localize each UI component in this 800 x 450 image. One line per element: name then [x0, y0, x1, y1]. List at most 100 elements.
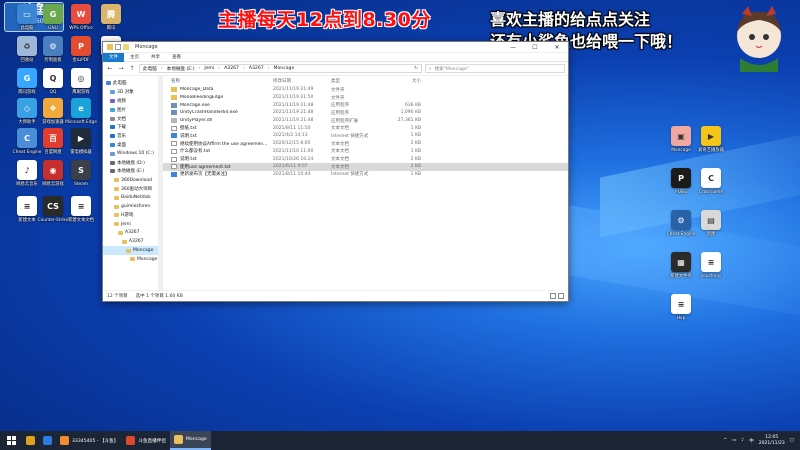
nav-item[interactable]: A3267 [103, 229, 162, 238]
maximize-button[interactable]: ☐ [524, 42, 546, 53]
nav-item[interactable]: Windows 10 (C:) [103, 149, 162, 158]
address-bar[interactable]: 此电脑 › 本地磁盘 (E:) › Jemi › A3267 › A3267 › Monc… [139, 64, 422, 73]
file-row[interactable]: 什么都没有.txt 2021/11/10 11:00 文本文档 1 KB [163, 148, 568, 156]
tab-view[interactable]: 查看 [166, 53, 187, 62]
new-folder-icon[interactable] [123, 44, 129, 50]
taskbar-app-button[interactable]: 33345405 - 【斗鱼】 [56, 431, 122, 450]
refresh-icon[interactable]: ↻ [414, 66, 418, 71]
right-desktop-icon[interactable]: ≡ yousfanyi [688, 252, 734, 279]
nav-item[interactable]: H游戏 [103, 211, 162, 220]
taskbar-app-button[interactable]: Moncage [169, 431, 211, 450]
close-button[interactable]: ✕ [546, 42, 568, 53]
details-view-icon[interactable] [550, 292, 556, 299]
app-icon: S [71, 160, 91, 180]
file-row[interactable]: UnityCrashHandler64.exe 2021/11/19 21:48 应… [163, 109, 568, 117]
tab-share[interactable]: 共享 [145, 53, 166, 62]
nav-item[interactable]: guimiezhiren [103, 202, 162, 211]
tray-chevron-icon[interactable]: ^ [723, 438, 727, 443]
nav-item[interactable]: 桌面 [103, 141, 162, 150]
taskbar-app-button[interactable]: 斗鱼直播伴侣 [122, 431, 170, 450]
nav-item[interactable]: 图片 [103, 105, 162, 114]
clock[interactable]: 12:05 2021/11/23 [759, 435, 785, 446]
search-box[interactable]: ⌕ 搜索"Moncage" [425, 64, 565, 73]
crumb[interactable]: 此电脑 [143, 66, 157, 72]
nav-item[interactable]: 文档 [103, 114, 162, 123]
nav-item[interactable]: 3D 对象 [103, 88, 162, 97]
file-list[interactable]: 名称 修改日期 类型 大小 Moncage_Data 2021/11/19 21:… [163, 76, 568, 290]
crumb[interactable]: Jemi [204, 66, 214, 71]
app-icon: e [71, 98, 91, 118]
folder-icon [110, 107, 115, 112]
status-bar: 12 个项目 选中 1 个项目 1.60 KB [103, 290, 568, 300]
file-explorer-window[interactable]: Moncage — ☐ ✕ 文件 主页 共享 查看 ← → ↑ 此电脑 › 本地磁… [102, 41, 569, 302]
title-bar[interactable]: Moncage — ☐ ✕ [103, 42, 568, 53]
back-arrow-icon[interactable]: ← [106, 65, 114, 72]
forward-arrow-icon[interactable]: → [117, 65, 125, 72]
left-desktop-icon[interactable]: e Microsoft Edge [58, 98, 104, 125]
nav-item[interactable]: 本地磁盘 (E:) [103, 167, 162, 176]
column-size[interactable]: 大小 [389, 78, 421, 84]
column-type[interactable]: 类型 [331, 78, 389, 84]
file-date: 2021/4/2 14:13 [273, 133, 308, 139]
file-row[interactable]: UnityPlayer.dll 2021/11/19 21:48 应用程序扩展 27,… [163, 117, 568, 125]
nav-item[interactable]: Moncage [103, 246, 162, 255]
nav-item[interactable]: 360Download [103, 176, 162, 185]
network-icon[interactable]: ▭ [732, 438, 736, 443]
right-desktop-icon[interactable]: ≡ Hop [658, 294, 704, 321]
left-desktop-icon[interactable]: 腾腾讯 [88, 4, 134, 31]
ribbon-tabs: 文件 主页 共享 查看 [103, 52, 568, 62]
file-row[interactable]: Moncage_Data 2021/11/19 21:49 文件夹 [163, 86, 568, 94]
ime-icon[interactable]: 中 [749, 438, 754, 444]
column-name[interactable]: 名称 [171, 78, 273, 84]
left-desktop-icon[interactable]: ≡ 新建文本文档 [58, 196, 104, 223]
right-desktop-icon[interactable]: C Crab Game [688, 168, 734, 195]
nav-item[interactable]: 音乐 [103, 132, 162, 141]
left-desktop-icon[interactable]: ▶ 雷电模拟器 [58, 128, 104, 155]
app-icon: ▶ [701, 126, 721, 146]
file-row[interactable]: 更新发布页【无需关注】 2021/8/11 10:44 Internet 快捷方式 1… [163, 171, 568, 179]
file-name: UnityCrashHandler64.exe [180, 110, 238, 116]
up-arrow-icon[interactable]: ↑ [128, 65, 136, 72]
taskbar-app-button[interactable] [22, 431, 39, 450]
crumb[interactable]: A3267 [224, 66, 239, 71]
nav-item[interactable]: 此电脑 [103, 79, 162, 88]
nav-item[interactable]: 本地磁盘 (D:) [103, 158, 162, 167]
nav-item[interactable]: Moncage [103, 255, 162, 264]
crumb[interactable]: Moncage [274, 66, 295, 71]
left-desktop-icon[interactable]: S Steam [58, 160, 104, 187]
column-date[interactable]: 修改日期 [273, 78, 331, 84]
taskbar-app-button[interactable] [39, 431, 56, 450]
left-desktop-icon[interactable]: ◎ 鹰眼游戏 [58, 68, 104, 95]
folder-icon [110, 169, 115, 174]
file-row[interactable]: 说明.txt 2021/10/26 16:24 文本文档 2 KB [163, 155, 568, 163]
file-row[interactable]: 壁纸.txt 2021/8/11 11:50 文本文档 1 KB [163, 124, 568, 132]
nav-item-label: Moncage [137, 256, 158, 262]
start-button[interactable] [0, 431, 22, 450]
nav-item[interactable]: 360驱动大师目 [103, 185, 162, 194]
nav-scrollbar[interactable] [158, 76, 162, 290]
right-desktop-icon[interactable]: ▶ 爱奇艺播放器 [688, 126, 734, 153]
file-name: Moncage.exe [180, 102, 210, 108]
large-icons-view-icon[interactable] [558, 292, 564, 299]
minimize-button[interactable]: — [502, 42, 524, 53]
streamer-avatar [737, 6, 781, 72]
nav-item[interactable]: 视频 [103, 97, 162, 106]
nav-item[interactable]: Jemi [103, 220, 162, 229]
notification-icon[interactable]: ▢ [790, 438, 794, 443]
volume-icon[interactable]: ♪ [741, 438, 744, 443]
tab-home[interactable]: 主页 [124, 53, 145, 62]
nav-item[interactable]: BaiduNetdisk [103, 193, 162, 202]
file-row[interactable]: 说明.txt 2021/4/2 14:13 Internet 快捷方式 1 KB [163, 132, 568, 140]
nav-item[interactable]: 下载 [103, 123, 162, 132]
navigation-pane[interactable]: 此电脑 3D 对象 视频 图片 文档 下载 音乐 桌面 Windows 10 (C:) 本地磁盘 … [103, 76, 163, 290]
tab-file[interactable]: 文件 [103, 52, 124, 62]
file-row[interactable]: MonoBleedingEdge 2021/11/19 21:50 文件夹 [163, 94, 568, 102]
nav-item[interactable]: A3267 [103, 237, 162, 246]
file-row[interactable]: 使用use agreement.txt 2021/6/11 9:07 文本文档 2 K… [163, 162, 568, 171]
right-desktop-icon[interactable]: ▤ 新建 [688, 210, 734, 237]
crumb[interactable]: A3267 [249, 66, 264, 71]
file-row[interactable]: Moncage.exe 2021/11/19 21:48 应用程序 636 KB [163, 101, 568, 109]
properties-icon[interactable] [115, 44, 121, 50]
crumb[interactable]: 本地磁盘 (E:) [167, 66, 195, 72]
file-row[interactable]: 继续使用协议Affirm the use agreemen... 2020/12/… [163, 140, 568, 148]
